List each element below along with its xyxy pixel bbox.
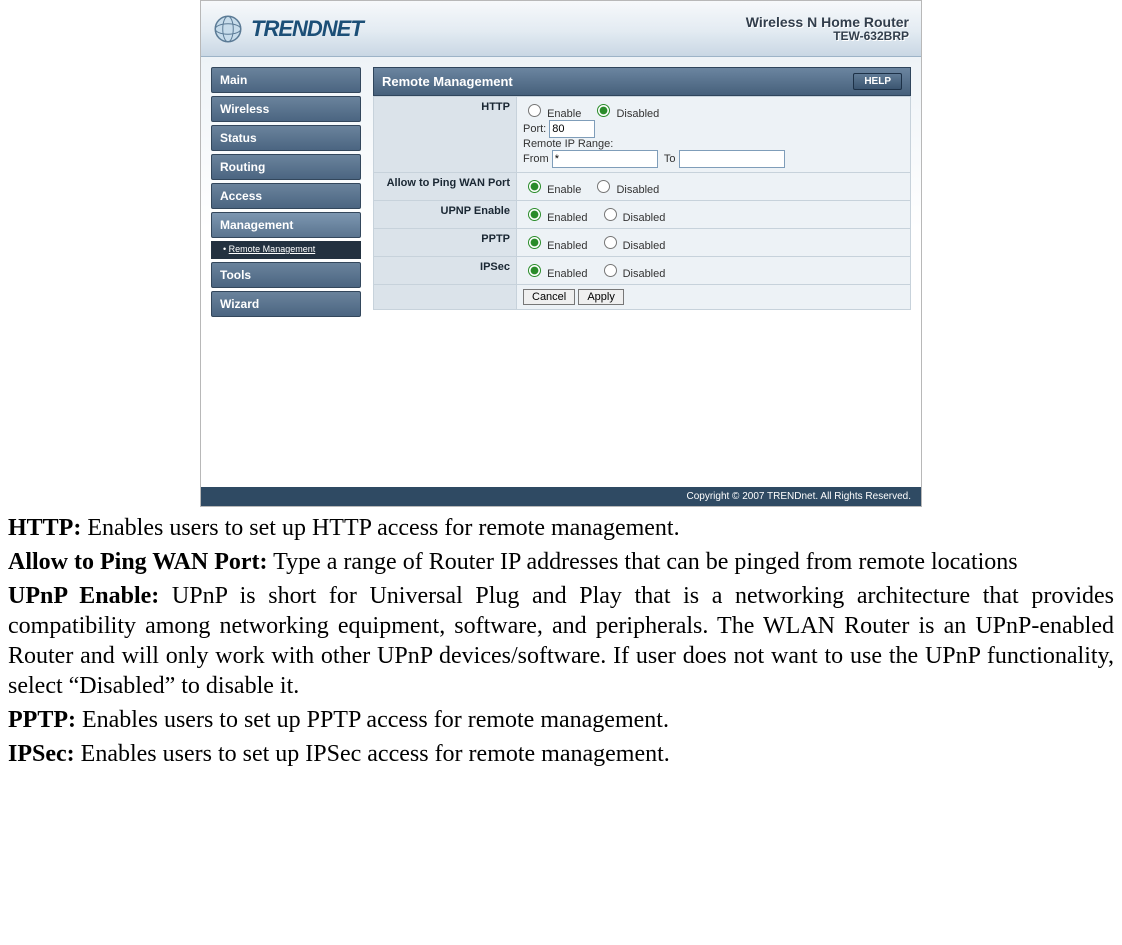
http-port-input[interactable] (549, 120, 595, 138)
remote-ip-from-input[interactable] (552, 150, 658, 168)
sidebar-subitem-remote-management[interactable]: • Remote Management (211, 241, 361, 259)
product-title: Wireless N Home Router TEW-632BRP (746, 14, 909, 44)
panel-title: Remote Management (382, 74, 513, 89)
sidebar: Main Wireless Status Routing Access Mana… (211, 67, 361, 447)
sidebar-item-tools[interactable]: Tools (211, 262, 361, 288)
term-ipsec: IPSec: (8, 741, 75, 767)
sidebar-item-wizard[interactable]: Wizard (211, 291, 361, 317)
text-pptp: Enables users to set up PPTP access for … (76, 707, 669, 733)
ipsec-enabled-option[interactable]: Enabled (523, 268, 587, 280)
text-ipsec: Enables users to set up IPSec access for… (75, 741, 670, 767)
label-ping: Allow to Ping WAN Port (374, 173, 517, 201)
term-ping: Allow to Ping WAN Port: (8, 549, 268, 575)
label-ipsec: IPSec (374, 257, 517, 285)
upnp-disabled-option[interactable]: Disabled (599, 212, 666, 224)
row-upnp: UPNP Enable Enabled Disabled (374, 201, 911, 229)
text-ping: Type a range of Router IP addresses that… (268, 549, 1018, 575)
settings-table: HTTP Enable Disabled Port: Remote IP Ran… (373, 96, 911, 310)
product-model: TEW-632BRP (746, 30, 909, 44)
sidebar-item-access[interactable]: Access (211, 183, 361, 209)
upnp-enabled-option[interactable]: Enabled (523, 212, 587, 224)
sidebar-item-routing[interactable]: Routing (211, 154, 361, 180)
sidebar-item-wireless[interactable]: Wireless (211, 96, 361, 122)
cancel-button[interactable]: Cancel (523, 289, 575, 305)
text-http: Enables users to set up HTTP access for … (81, 515, 679, 541)
sidebar-item-main[interactable]: Main (211, 67, 361, 93)
to-label: To (664, 153, 676, 165)
label-upnp: UPNP Enable (374, 201, 517, 229)
text-upnp: UPnP is short for Universal Plug and Pla… (8, 583, 1114, 699)
term-upnp: UPnP Enable: (8, 583, 159, 609)
row-actions: Cancel Apply (374, 285, 911, 310)
brand-name: TRENDNET (251, 16, 363, 42)
ping-disabled-option[interactable]: Disabled (592, 184, 659, 196)
remote-ip-to-input[interactable] (679, 150, 785, 168)
label-http: HTTP (374, 97, 517, 173)
sidebar-item-management[interactable]: Management (211, 212, 361, 238)
http-enable-option[interactable]: Enable (523, 108, 581, 120)
sidebar-item-status[interactable]: Status (211, 125, 361, 151)
row-ping: Allow to Ping WAN Port Enable Disabled (374, 173, 911, 201)
row-pptp: PPTP Enabled Disabled (374, 229, 911, 257)
pptp-disabled-option[interactable]: Disabled (599, 240, 666, 252)
term-pptp: PPTP: (8, 707, 76, 733)
router-admin-window: TRENDNET Wireless N Home Router TEW-632B… (200, 0, 922, 507)
product-line: Wireless N Home Router (746, 14, 909, 30)
ip-range-label: Remote IP Range: (523, 138, 613, 150)
bullet-icon: • (223, 244, 226, 254)
header-bar: TRENDNET Wireless N Home Router TEW-632B… (201, 1, 921, 57)
from-label: From (523, 153, 549, 165)
description-text: HTTP: Enables users to set up HTTP acces… (0, 513, 1122, 769)
row-ipsec: IPSec Enabled Disabled (374, 257, 911, 285)
globe-icon (213, 14, 243, 44)
brand-block: TRENDNET (213, 14, 363, 44)
help-button[interactable]: HELP (853, 73, 902, 90)
row-http: HTTP Enable Disabled Port: Remote IP Ran… (374, 97, 911, 173)
ping-enable-option[interactable]: Enable (523, 184, 581, 196)
http-disabled-option[interactable]: Disabled (592, 108, 659, 120)
footer-copyright: Copyright © 2007 TRENDnet. All Rights Re… (201, 487, 921, 506)
content-panel: Remote Management HELP HTTP Enable Disab… (373, 67, 911, 447)
sub-nav-link[interactable]: Remote Management (229, 244, 316, 254)
pptp-enabled-option[interactable]: Enabled (523, 240, 587, 252)
ipsec-disabled-option[interactable]: Disabled (599, 268, 666, 280)
port-label: Port: (523, 123, 546, 135)
apply-button[interactable]: Apply (578, 289, 624, 305)
label-pptp: PPTP (374, 229, 517, 257)
term-http: HTTP: (8, 515, 81, 541)
panel-title-bar: Remote Management HELP (373, 67, 911, 96)
